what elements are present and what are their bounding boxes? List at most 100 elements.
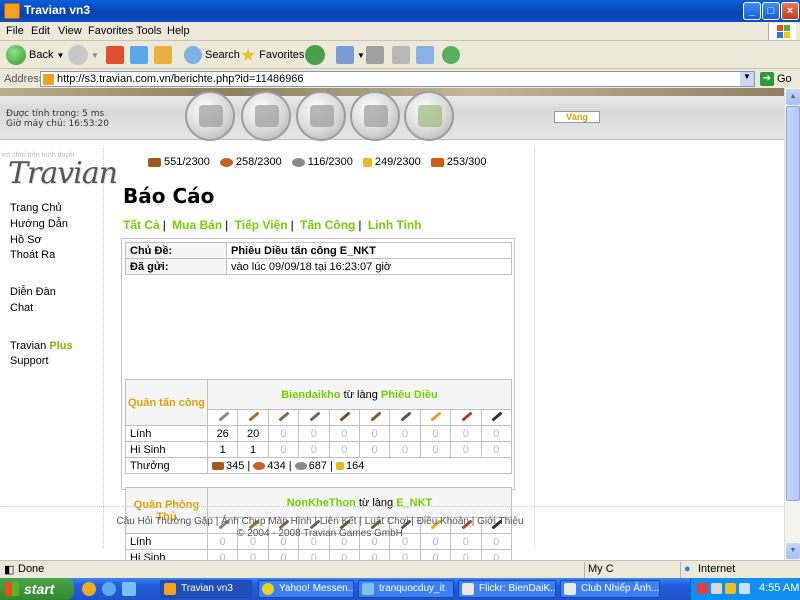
page-title: Báo Cáo <box>123 184 215 208</box>
statistics-icon[interactable] <box>350 91 400 141</box>
sidebar-item-profile[interactable]: Hồ Sơ <box>10 234 42 246</box>
footer: Câu Hỏi Thường Gặp | Ảnh Chụp Màn Hình |… <box>0 516 640 540</box>
go-button[interactable]: ➔ Go <box>760 72 792 86</box>
menu-tools[interactable]: Tools <box>136 25 162 37</box>
troop-count-cell: 0 <box>450 549 482 560</box>
scroll-up-button[interactable]: ▲ <box>786 89 800 105</box>
defender-losses-row-label: Hi Sinh <box>125 549 208 560</box>
taskbar-clock[interactable]: 4:55 AM <box>759 582 799 594</box>
tray-network-icon[interactable] <box>711 583 722 594</box>
praetorian-icon <box>246 410 260 422</box>
messenger-button[interactable] <box>442 44 460 66</box>
tab-misc[interactable]: Linh Tinh <box>368 218 422 232</box>
refresh-button[interactable] <box>130 44 148 66</box>
attacker-player-link[interactable]: Biendaikho <box>281 389 340 401</box>
taskbar-item-yahoo-messenger[interactable]: Yahoo! Messen... <box>258 580 354 598</box>
taskbar-item-travian[interactable]: Travian vn3 <box>160 580 252 598</box>
village-overview-icon[interactable] <box>185 91 235 141</box>
page-loaded-icon: ◧ <box>4 564 15 576</box>
menu-file[interactable]: File <box>6 25 24 37</box>
troop-count-cell: 0 <box>298 549 330 560</box>
troop-header-cell <box>389 409 421 426</box>
menu-view[interactable]: View <box>58 25 82 37</box>
menu-favorites[interactable]: Favorites <box>88 25 133 37</box>
attacker-troops-row-label: Lính <box>125 425 208 442</box>
tab-all[interactable]: Tất Cả <box>123 218 160 232</box>
taskbar-item-flickr[interactable]: Flickr: BienDaiK... <box>458 580 556 598</box>
minimize-button[interactable]: _ <box>743 2 761 20</box>
imperian-icon <box>276 410 291 422</box>
scroll-down-button[interactable]: ▼ <box>786 543 800 559</box>
tray-antivirus-icon[interactable] <box>697 583 708 594</box>
page-scrollbar[interactable]: ▲ ▼ <box>784 88 800 560</box>
tray-messenger-icon[interactable] <box>725 583 736 594</box>
sent-label: Đã gửi: <box>125 258 227 275</box>
menu-edit[interactable]: Edit <box>31 25 50 37</box>
travian-logo[interactable]: Travian <box>8 156 118 191</box>
footer-link-terms[interactable]: Điều Khoản <box>417 516 469 527</box>
footer-link-faq[interactable]: Câu Hỏi Thường Gặp <box>116 516 212 527</box>
wood-icon <box>212 461 224 470</box>
menu-help[interactable]: Help <box>167 25 190 37</box>
footer-divider <box>0 506 784 507</box>
from-village-text: từ làng <box>343 388 378 401</box>
stop-button[interactable] <box>106 44 124 66</box>
edit-button[interactable] <box>392 44 410 66</box>
reports-icon[interactable] <box>404 91 454 141</box>
quicklaunch-messenger-icon[interactable] <box>82 582 96 596</box>
tab-trade[interactable]: Mua Bán <box>172 218 222 232</box>
address-dropdown-button[interactable]: ▼ <box>740 72 754 86</box>
footer-link-screenshots[interactable]: Ảnh Chụp Màn Hình <box>221 516 312 527</box>
search-button[interactable]: Search <box>184 44 240 66</box>
forward-button[interactable]: ▼ <box>68 44 99 66</box>
history-button[interactable] <box>305 44 325 66</box>
taskbar-item-tranquocduy[interactable]: tranquocduy_it <box>358 580 454 598</box>
tray-volume-icon[interactable] <box>739 583 750 594</box>
search-icon <box>184 46 202 64</box>
scroll-thumb[interactable] <box>786 106 800 501</box>
defender-player-cell: NonKheThon từ làng E_NKT <box>207 487 512 518</box>
troop-count-cell: 0 <box>328 425 360 442</box>
favorites-button[interactable]: ★ Favorites <box>240 44 304 66</box>
address-input[interactable]: http://s3.travian.com.vn/berichte.php?id… <box>40 71 755 87</box>
gold-button[interactable]: Vàng <box>554 111 600 123</box>
start-button[interactable]: start <box>0 578 74 600</box>
sidebar-item-logout[interactable]: Thoát Ra <box>10 249 55 261</box>
tab-reinforcement[interactable]: Tiếp Viện <box>235 218 288 232</box>
wood-icon <box>148 157 161 167</box>
quicklaunch-ie-icon[interactable] <box>102 582 116 596</box>
footer-link-rules[interactable]: Luật Chơi <box>365 516 409 527</box>
village-center-icon[interactable] <box>241 91 291 141</box>
back-arrow-icon <box>6 45 26 65</box>
bounty-cell: 345 | 434 | 687 | 164 <box>207 457 512 474</box>
footer-link-links[interactable]: Liên Kết <box>320 516 357 527</box>
defender-header-row: Quân Phòng Thủ NonKheThon từ làng E_NKT <box>125 487 512 534</box>
footer-link-about[interactable]: Giới Thiệu <box>477 516 523 527</box>
report-box: Chủ Đề: Phiêu Diều tấn công E_NKT Đã gửi… <box>121 238 515 560</box>
print-button[interactable] <box>366 44 384 66</box>
back-button[interactable]: Back ▼ <box>6 44 64 66</box>
sidebar-item-chat[interactable]: Chat <box>10 302 33 314</box>
home-button[interactable] <box>154 44 172 66</box>
troop-count-cell: 0 <box>450 425 482 442</box>
troop-count-cell: 0 <box>358 549 391 560</box>
taskbar-item-club-nhiep-anh[interactable]: Club Nhiếp Ảnh... <box>560 580 660 598</box>
defender-losses-row: Hi Sinh 0 0 0 0 0 0 0 0 0 0 <box>125 549 513 560</box>
render-time: Được tính trong: 5 ms <box>6 109 105 119</box>
attacker-village-link[interactable]: Phiêu Diều <box>381 389 438 401</box>
quicklaunch-desktop-icon[interactable] <box>122 582 136 596</box>
sidebar-item-forum[interactable]: Diễn Đàn <box>10 286 56 298</box>
maximize-button[interactable]: □ <box>762 2 780 20</box>
sidebar-item-guide[interactable]: Hướng Dẫn <box>10 218 68 230</box>
mail-button[interactable]: ▼ <box>336 44 365 66</box>
troop-count-cell: 0 <box>389 549 421 560</box>
tab-attack[interactable]: Tấn Công <box>300 218 355 232</box>
map-icon[interactable] <box>296 91 346 141</box>
discuss-button[interactable] <box>416 44 434 66</box>
close-button[interactable]: × <box>781 2 799 20</box>
troop-count-cell: 0 <box>267 549 300 560</box>
sidebar-item-support[interactable]: Support <box>10 355 49 367</box>
troop-header-cell <box>480 409 513 426</box>
sidebar-item-home[interactable]: Trang Chủ <box>10 202 62 214</box>
sidebar-item-travian-plus[interactable]: Travian Plus <box>10 340 73 352</box>
